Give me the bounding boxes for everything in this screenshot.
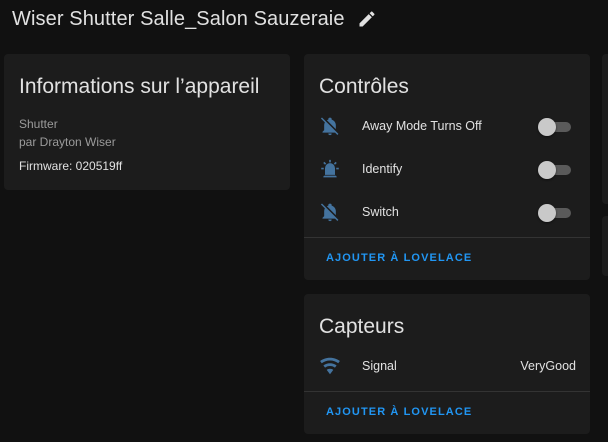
toggle-thumb [538, 118, 556, 136]
bell-off-icon [318, 200, 342, 224]
control-label: Switch [362, 205, 399, 219]
away-mode-toggle[interactable] [538, 118, 572, 136]
controls-title: Contrôles [319, 75, 409, 98]
add-to-lovelace-button[interactable]: AJOUTER À LOVELACE [326, 252, 472, 264]
sensor-label: Signal [362, 359, 397, 373]
identify-toggle[interactable] [538, 161, 572, 179]
offscreen-card [602, 54, 608, 204]
toggle-thumb [538, 204, 556, 222]
device-firmware: Firmware: 020519ff [19, 159, 123, 173]
controls-card: Contrôles Away Mode Turns Off Identify S… [304, 54, 590, 280]
page-header: Wiser Shutter Salle_Salon Sauzeraie [0, 0, 608, 40]
sensor-row-signal[interactable]: Signal VeryGood [304, 346, 590, 386]
page-title: Wiser Shutter Salle_Salon Sauzeraie [12, 8, 345, 30]
divider [304, 391, 590, 392]
edit-name-button[interactable] [356, 8, 378, 30]
wifi-icon [318, 354, 342, 378]
control-label: Identify [362, 162, 403, 176]
device-model: Shutter [19, 117, 58, 131]
sensor-value: VeryGood [520, 359, 576, 373]
device-info-title: Informations sur l’appareil [19, 75, 260, 98]
device-info-card: Informations sur l’appareil Shutter par … [4, 54, 290, 190]
device-manufacturer: par Drayton Wiser [19, 135, 116, 149]
control-label: Away Mode Turns Off [362, 119, 482, 133]
divider [304, 237, 590, 238]
bell-off-icon [318, 114, 342, 138]
switch-toggle[interactable] [538, 204, 572, 222]
offscreen-card [602, 216, 608, 276]
control-row-switch[interactable]: Switch [304, 192, 590, 232]
toggle-thumb [538, 161, 556, 179]
sensors-card: Capteurs Signal VeryGood AJOUTER À LOVEL… [304, 294, 590, 434]
add-to-lovelace-button[interactable]: AJOUTER À LOVELACE [326, 406, 472, 418]
sensors-title: Capteurs [319, 315, 405, 338]
control-row-away-mode[interactable]: Away Mode Turns Off [304, 106, 590, 146]
alarm-light-icon [318, 157, 342, 181]
pencil-icon [359, 11, 375, 27]
control-row-identify[interactable]: Identify [304, 149, 590, 189]
